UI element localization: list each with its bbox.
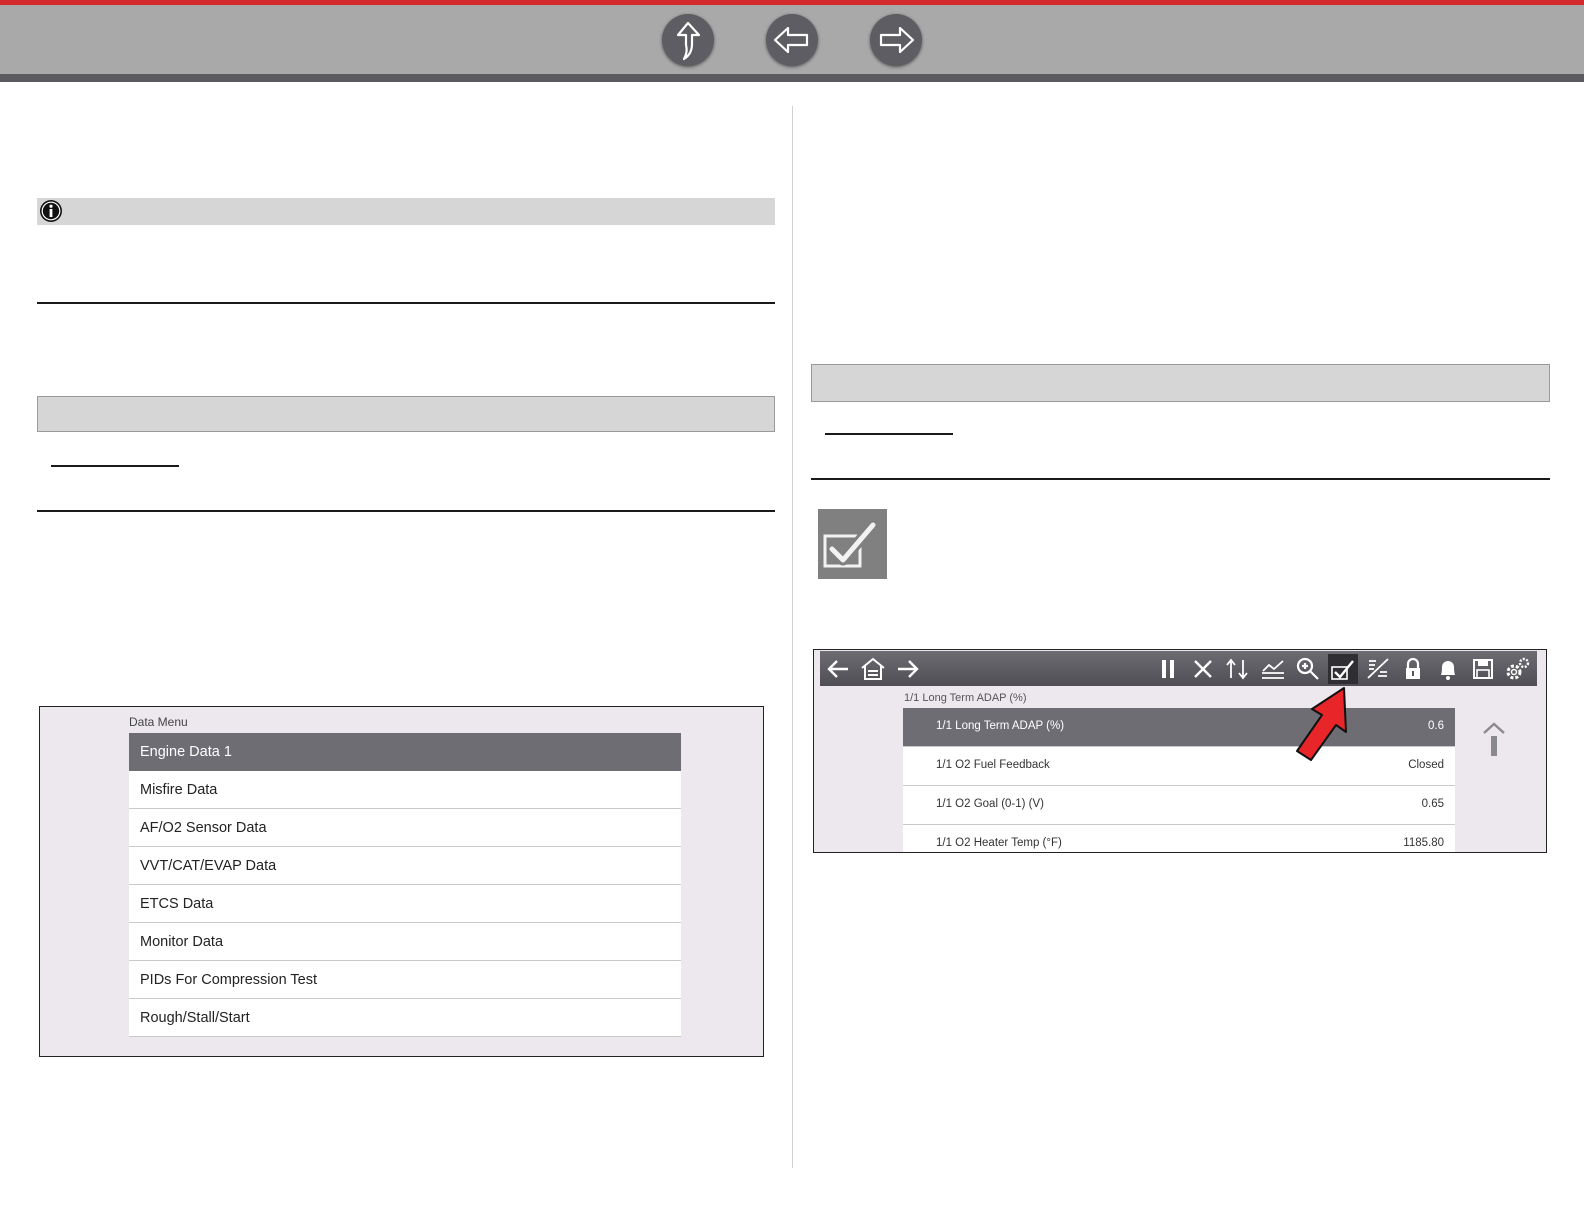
data-menu-title: Data Menu	[129, 715, 188, 729]
pid-selected-header: 1/1 Long Term ADAP (%)	[904, 692, 1027, 704]
top-nav-bar	[0, 0, 1584, 82]
settings-icon[interactable]	[1503, 654, 1533, 684]
pid-value: 1185.80	[1403, 837, 1444, 849]
back-arrow-icon	[773, 26, 809, 54]
pid-row[interactable]: 1/1 O2 Goal (0-1) (V) 0.65	[903, 786, 1455, 825]
up-arrow-icon	[676, 21, 701, 61]
scroll-up-icon[interactable]	[1477, 718, 1511, 758]
menu-item-pids-compression-test[interactable]: PIDs For Compression Test	[129, 961, 681, 999]
zoom-icon[interactable]	[1293, 654, 1323, 684]
data-menu-screenshot: Data Menu Engine Data 1 Misfire Data AF/…	[39, 706, 764, 1057]
pointer-arrow-icon	[1296, 687, 1347, 761]
info-icon	[40, 200, 62, 222]
forward-button[interactable]	[870, 14, 922, 66]
pid-value: Closed	[1408, 759, 1444, 771]
menu-item-etcs-data[interactable]: ETCS Data	[129, 885, 681, 923]
procedure-label-underline	[51, 465, 179, 467]
menu-item-engine-data-1[interactable]: Engine Data 1	[129, 733, 681, 771]
back-icon[interactable]	[823, 654, 853, 684]
back-button[interactable]	[766, 14, 818, 66]
pause-icon[interactable]	[1153, 654, 1183, 684]
column-divider	[792, 106, 793, 1168]
section-rule	[37, 510, 775, 512]
menu-item-rough-stall-start[interactable]: Rough/Stall/Start	[129, 999, 681, 1037]
lock-icon[interactable]	[1398, 654, 1428, 684]
home-icon[interactable]	[858, 654, 888, 684]
up-button[interactable]	[662, 14, 714, 66]
procedure-label-underline	[825, 433, 953, 435]
nav-divider	[0, 74, 1584, 82]
menu-item-vvt-cat-evap-data[interactable]: VVT/CAT/EVAP Data	[129, 847, 681, 885]
accent-line	[0, 0, 1584, 5]
section-rule	[37, 302, 775, 304]
graph-icon[interactable]	[1258, 654, 1288, 684]
pid-list-screenshot: 1/1 Long Term ADAP (%) 1/1 Long Term ADA…	[813, 649, 1547, 853]
pid-row[interactable]: 1/1 O2 Heater Temp (°F) 1185.80	[903, 825, 1455, 852]
pid-name: 1/1 O2 Heater Temp (°F)	[936, 837, 1062, 849]
pid-value: 0.65	[1421, 798, 1444, 810]
save-icon[interactable]	[1468, 654, 1498, 684]
pid-name: 1/1 O2 Fuel Feedback	[936, 759, 1050, 771]
note-header-bar	[37, 198, 775, 225]
pid-name: 1/1 O2 Goal (0-1) (V)	[936, 798, 1045, 810]
menu-item-monitor-data[interactable]: Monitor Data	[129, 923, 681, 961]
pid-name: 1/1 Long Term ADAP (%)	[936, 720, 1065, 732]
procedure-header-bar	[811, 364, 1550, 402]
select-check-icon[interactable]	[1328, 654, 1358, 684]
alarm-icon[interactable]	[1433, 654, 1463, 684]
forward-icon[interactable]	[893, 654, 923, 684]
select-check-icon	[818, 509, 887, 579]
scanner-toolbar	[820, 651, 1537, 686]
sort-icon[interactable]	[1223, 654, 1253, 684]
menu-item-af-o2-sensor-data[interactable]: AF/O2 Sensor Data	[129, 809, 681, 847]
custom-list-icon[interactable]	[1363, 654, 1393, 684]
forward-arrow-icon	[879, 26, 915, 54]
data-menu-list: Engine Data 1 Misfire Data AF/O2 Sensor …	[129, 733, 681, 1037]
menu-item-misfire-data[interactable]: Misfire Data	[129, 771, 681, 809]
section-rule	[811, 478, 1550, 480]
pid-value: 0.6	[1428, 720, 1444, 732]
clear-icon[interactable]	[1188, 654, 1218, 684]
procedure-header-bar	[37, 396, 775, 432]
